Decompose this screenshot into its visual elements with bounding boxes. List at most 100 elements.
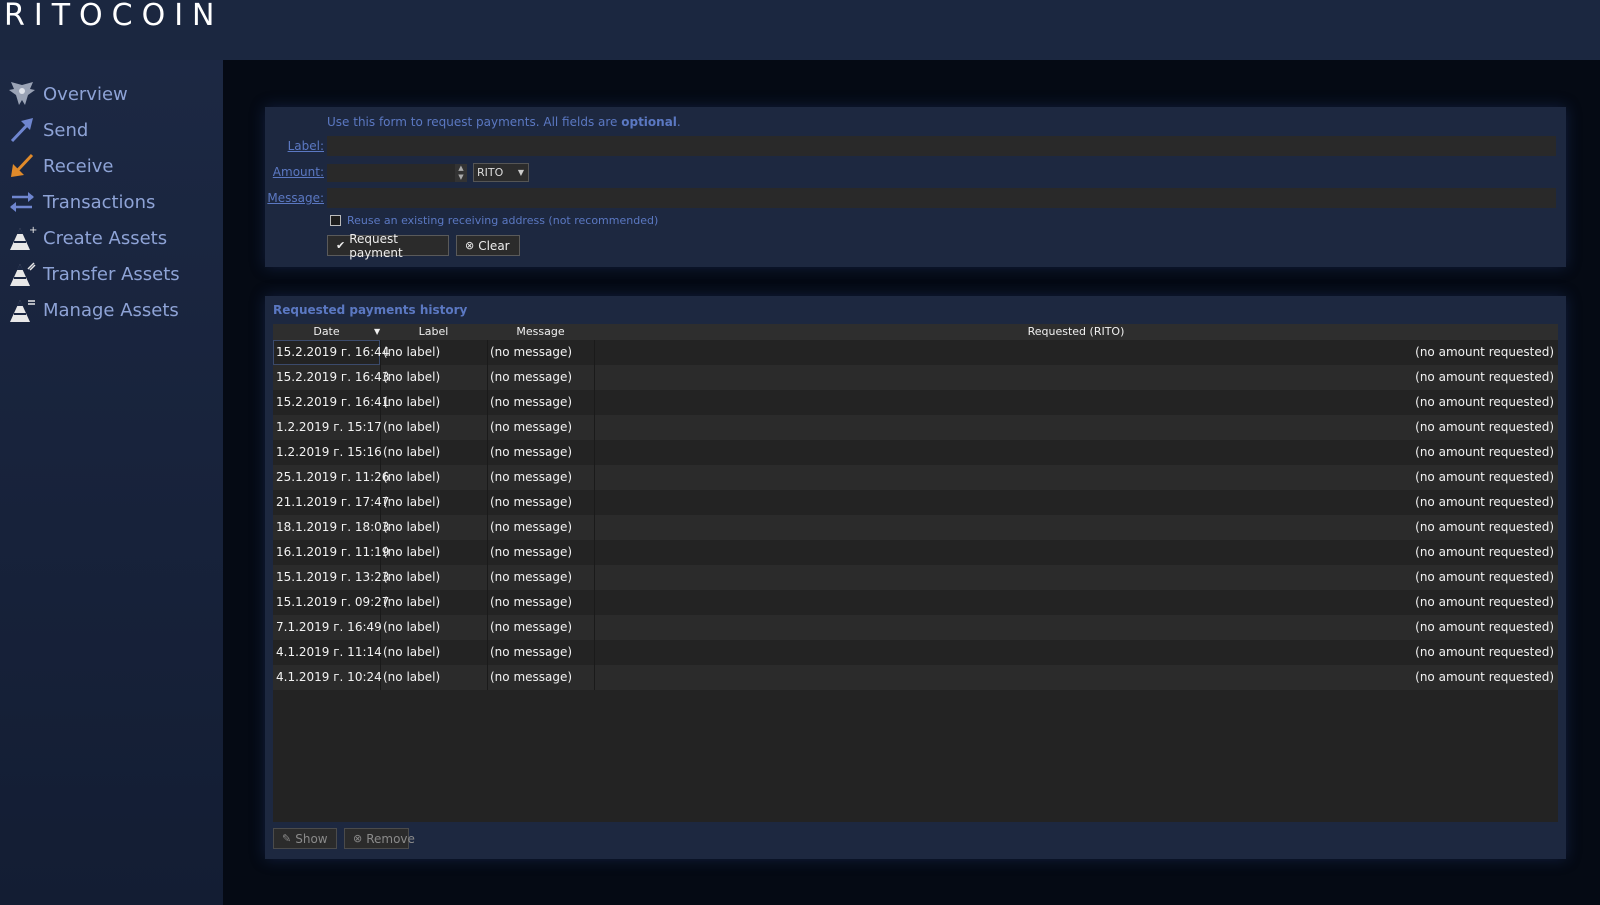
clear-button[interactable]: ⊗ Clear: [456, 235, 520, 256]
column-divider: [594, 440, 595, 465]
sidebar-item-transactions[interactable]: Transactions: [6, 185, 155, 219]
message-cell: (no message): [490, 645, 573, 659]
table-row[interactable]: 15.1.2019 г. 13:23 (no label) (no message)…: [273, 565, 1558, 590]
create-assets-icon: +: [6, 222, 38, 254]
label-cell: (no label): [383, 495, 441, 509]
hint-text: Use this form to request payments. All f…: [327, 115, 622, 129]
table-row[interactable]: 15.2.2019 г. 16:43 (no label) (no message)…: [273, 365, 1558, 390]
sidebar-item-label: Overview: [43, 83, 128, 105]
sidebar-item-manage-assets[interactable]: Manage Assets: [6, 293, 179, 327]
column-header-message[interactable]: Message: [487, 325, 594, 338]
sidebar-item-transfer-assets[interactable]: Transfer Assets: [6, 257, 180, 291]
checkmark-icon: ✔: [336, 239, 346, 252]
sidebar-item-create-assets[interactable]: + Create Assets: [6, 221, 167, 255]
sidebar-item-overview[interactable]: Overview: [6, 77, 128, 111]
amount-field-label: Amount:: [272, 165, 324, 179]
amount-spinner[interactable]: ▲ ▼: [455, 164, 467, 182]
amount-cell: (no amount requested): [1415, 420, 1554, 434]
sidebar: Overview Send Receive Transactions + Cre…: [0, 60, 223, 905]
request-payment-form: Use this form to request payments. All f…: [265, 107, 1566, 267]
amount-input[interactable]: [327, 164, 455, 182]
amount-cell: (no amount requested): [1415, 395, 1554, 409]
label-field-label: Label:: [287, 139, 324, 153]
overview-icon: [6, 78, 38, 110]
amount-cell: (no amount requested): [1415, 495, 1554, 509]
label-cell: (no label): [383, 520, 441, 534]
column-divider: [594, 590, 595, 615]
column-divider: [594, 390, 595, 415]
unit-select[interactable]: RITO ▼: [473, 163, 529, 182]
show-label: Show: [295, 831, 328, 846]
date-cell: 15.1.2019 г. 13:23: [276, 570, 390, 584]
date-cell: 15.2.2019 г. 16:44: [276, 345, 390, 359]
clear-circle-icon: ⊗: [465, 239, 475, 252]
table-row[interactable]: 7.1.2019 г. 16:49 (no label) (no message) (…: [273, 615, 1558, 640]
date-cell: 15.2.2019 г. 16:43: [276, 370, 390, 384]
table-row[interactable]: 15.2.2019 г. 16:41 (no label) (no message)…: [273, 390, 1558, 415]
table-row[interactable]: 18.1.2019 г. 18:03 (no label) (no message)…: [273, 515, 1558, 540]
manage-assets-icon: [6, 294, 38, 326]
reuse-address-checkbox[interactable]: [330, 215, 341, 226]
remove-label: Remove: [366, 831, 415, 846]
history-table[interactable]: Date ▼ Label Message Requested (RITO) 15…: [273, 324, 1558, 822]
date-cell: 15.2.2019 г. 16:41: [276, 395, 390, 409]
column-divider: [594, 365, 595, 390]
svg-text:+: +: [29, 225, 37, 236]
receive-arrow-icon: [6, 150, 38, 182]
sidebar-item-label: Manage Assets: [43, 299, 179, 321]
column-divider: [487, 440, 488, 465]
date-cell: 1.2.2019 г. 15:17: [276, 420, 382, 434]
column-header-date[interactable]: Date ▼: [273, 325, 380, 338]
column-header-label-col[interactable]: Label: [380, 325, 487, 338]
sidebar-item-send[interactable]: Send: [6, 113, 88, 147]
column-divider: [594, 340, 595, 365]
transactions-icon: [6, 186, 38, 218]
label-cell: (no label): [383, 670, 441, 684]
column-divider: [594, 665, 595, 690]
sidebar-item-label: Transactions: [43, 191, 156, 213]
label-cell: (no label): [383, 595, 441, 609]
label-cell: (no label): [383, 395, 441, 409]
table-row[interactable]: 1.2.2019 г. 15:17 (no label) (no message) (…: [273, 415, 1558, 440]
column-header-label: Message: [516, 325, 565, 338]
message-cell: (no message): [490, 670, 573, 684]
message-cell: (no message): [490, 595, 573, 609]
column-divider: [594, 615, 595, 640]
table-row[interactable]: 4.1.2019 г. 10:24 (no label) (no message) (…: [273, 665, 1558, 690]
column-header-label: Label: [418, 325, 449, 338]
message-cell: (no message): [490, 470, 573, 484]
history-title: Requested payments history: [273, 303, 468, 317]
label-input[interactable]: [327, 136, 1556, 156]
table-row[interactable]: 25.1.2019 г. 11:26 (no label) (no message)…: [273, 465, 1558, 490]
chevron-down-icon: ▼: [517, 168, 524, 177]
column-divider: [487, 640, 488, 665]
column-divider: [487, 590, 488, 615]
message-input[interactable]: [327, 188, 1556, 208]
table-row[interactable]: 16.1.2019 г. 11:19 (no label) (no message)…: [273, 540, 1558, 565]
show-button[interactable]: ✎ Show: [273, 828, 337, 849]
date-cell: 1.2.2019 г. 15:16: [276, 445, 382, 459]
table-row[interactable]: 15.2.2019 г. 16:44 (no label) (no message)…: [273, 340, 1558, 365]
clear-label: Clear: [478, 238, 510, 253]
remove-button[interactable]: ⊗ Remove: [344, 828, 415, 849]
table-row[interactable]: 15.1.2019 г. 09:27 (no label) (no message)…: [273, 590, 1558, 615]
main-content: Use this form to request payments. All f…: [223, 60, 1600, 905]
transfer-assets-icon: [6, 258, 38, 290]
column-divider: [594, 415, 595, 440]
column-header-requested[interactable]: Requested (RITO): [594, 325, 1558, 338]
app-logo: RITOCOIN: [4, 0, 224, 33]
label-cell: (no label): [383, 445, 441, 459]
column-divider: [487, 540, 488, 565]
message-cell: (no message): [490, 520, 573, 534]
column-divider: [594, 465, 595, 490]
sidebar-item-receive[interactable]: Receive: [6, 149, 113, 183]
request-payment-button[interactable]: ✔ Request payment: [327, 232, 449, 260]
label-cell: (no label): [383, 370, 441, 384]
table-row[interactable]: 1.2.2019 г. 15:16 (no label) (no message) (…: [273, 440, 1558, 465]
table-row[interactable]: 21.1.2019 г. 17:47 (no label) (no message)…: [273, 490, 1558, 515]
amount-cell: (no amount requested): [1415, 595, 1554, 609]
table-row[interactable]: 4.1.2019 г. 11:14 (no label) (no message) (…: [273, 640, 1558, 665]
form-hint: Use this form to request payments. All f…: [327, 115, 681, 129]
sidebar-item-label: Transfer Assets: [43, 263, 180, 285]
column-header-label: Requested (RITO): [1027, 325, 1125, 338]
